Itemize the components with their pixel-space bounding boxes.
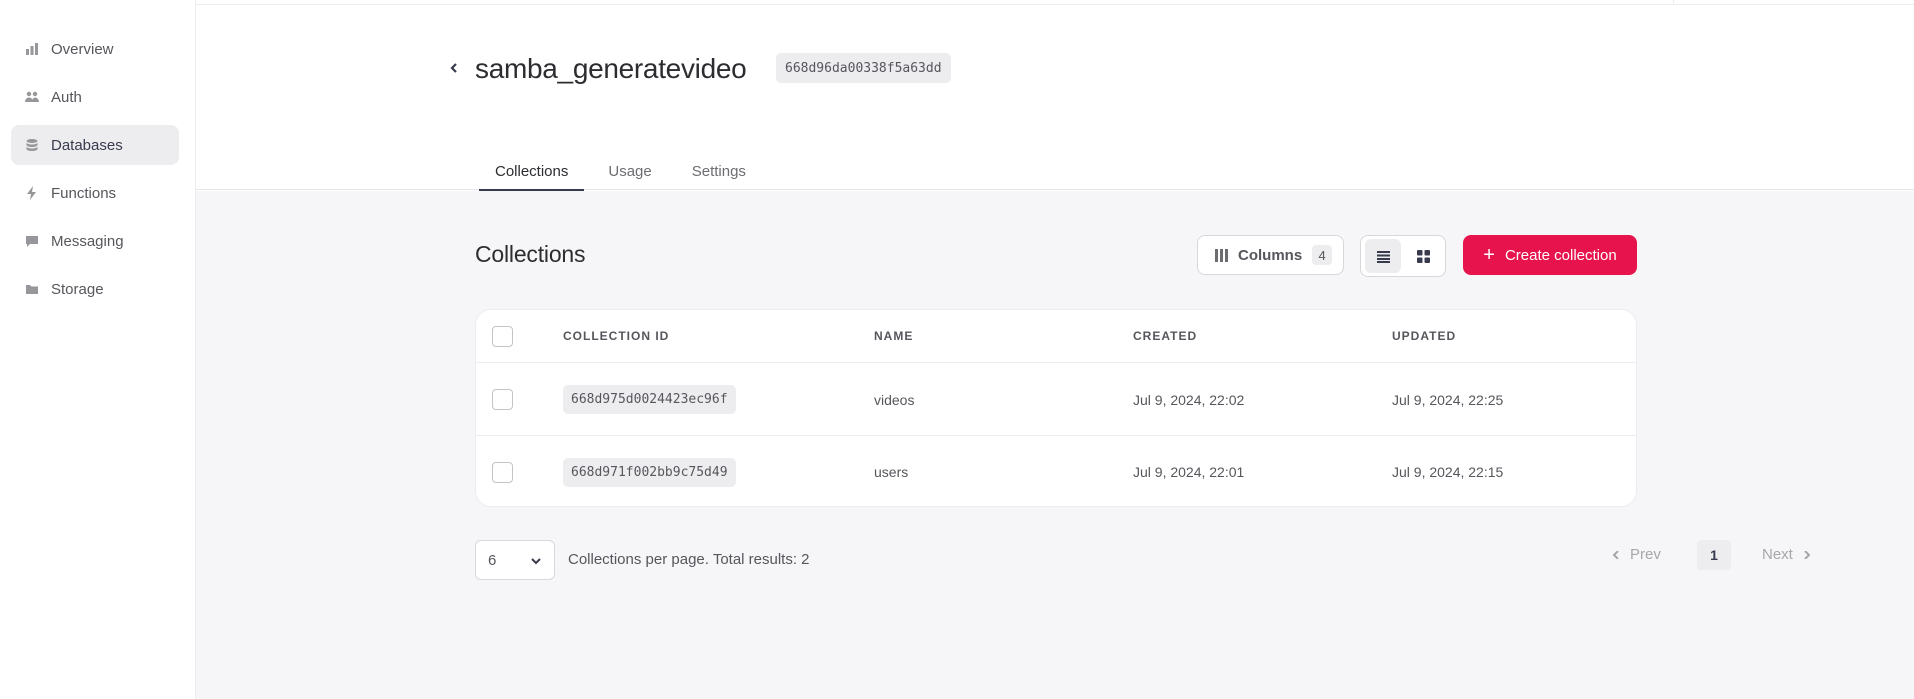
grid-view-button[interactable]	[1405, 239, 1441, 273]
chevron-right-icon	[1804, 550, 1811, 559]
sidebar: Overview Auth Databases Functions Messag…	[0, 0, 196, 699]
create-collection-label: Create collection	[1504, 246, 1617, 264]
collection-name: videos	[874, 391, 915, 408]
plus-icon: +	[1483, 244, 1495, 266]
sidebar-item-label: Functions	[51, 184, 117, 202]
per-page-text: Collections per page. Total results: 2	[568, 551, 810, 568]
chat-icon	[25, 234, 39, 248]
column-header-created[interactable]: CREATED	[1133, 329, 1197, 343]
tab-collections[interactable]: Collections	[479, 153, 585, 191]
prev-page-button[interactable]: Prev	[1612, 546, 1661, 563]
users-icon	[25, 90, 39, 104]
chevron-down-icon	[531, 558, 541, 565]
lightning-icon	[25, 186, 39, 200]
tabs: Collections Usage Settings	[479, 153, 762, 191]
view-toggle	[1360, 235, 1446, 277]
next-page-button[interactable]: Next	[1762, 546, 1811, 563]
folder-icon	[25, 282, 39, 296]
grid-icon	[1416, 249, 1430, 263]
sidebar-item-label: Auth	[51, 88, 82, 106]
row-checkbox[interactable]	[492, 461, 513, 483]
collection-created: Jul 9, 2024, 22:01	[1133, 464, 1245, 480]
column-header-updated[interactable]: UPDATED	[1392, 329, 1456, 343]
table-row[interactable]: 668d971f002bb9c75d49 users Jul 9, 2024, …	[476, 437, 1636, 507]
back-button[interactable]	[446, 60, 462, 76]
section-title: Collections	[475, 241, 586, 267]
page-header: samba_generatevideo 668d96da00338f5a63dd…	[196, 5, 1914, 191]
page-number-button[interactable]: 1	[1697, 540, 1731, 570]
create-collection-button[interactable]: + Create collection	[1463, 235, 1637, 275]
sidebar-item-overview[interactable]: Overview	[11, 29, 179, 69]
tab-settings[interactable]: Settings	[676, 153, 762, 190]
table-row[interactable]: 668d975d0024423ec96f videos Jul 9, 2024,…	[476, 364, 1636, 436]
row-checkbox[interactable]	[492, 389, 513, 410]
select-all-checkbox[interactable]	[492, 325, 513, 347]
sidebar-item-storage[interactable]: Storage	[11, 269, 179, 309]
database-icon	[25, 138, 39, 152]
top-divider-tick	[1673, 0, 1674, 4]
collection-id-badge[interactable]: 668d975d0024423ec96f	[563, 385, 736, 414]
chevron-left-icon	[1612, 550, 1619, 559]
columns-label: Columns	[1238, 246, 1303, 264]
main-content: Collections Columns 4 + Create collectio…	[196, 191, 1914, 699]
sidebar-item-databases[interactable]: Databases	[11, 125, 179, 165]
sidebar-item-functions[interactable]: Functions	[11, 173, 179, 213]
collection-id-badge[interactable]: 668d971f002bb9c75d49	[563, 457, 736, 487]
columns-count-badge: 4	[1312, 245, 1333, 265]
next-label: Next	[1762, 546, 1793, 563]
per-page-value: 6	[488, 551, 497, 569]
columns-button[interactable]: Columns 4	[1197, 235, 1344, 275]
collection-name: users	[874, 464, 909, 480]
list-icon	[1376, 250, 1390, 263]
chart-bar-icon	[25, 42, 39, 56]
per-page-select[interactable]: 6	[475, 540, 555, 580]
list-view-button[interactable]	[1365, 239, 1401, 273]
collections-table: COLLECTION ID NAME CREATED UPDATED 668d9…	[475, 309, 1637, 507]
chevron-left-icon	[450, 63, 457, 73]
collection-created: Jul 9, 2024, 22:02	[1133, 391, 1245, 408]
database-id-badge[interactable]: 668d96da00338f5a63dd	[776, 53, 951, 83]
sidebar-item-auth[interactable]: Auth	[11, 77, 179, 117]
sidebar-item-label: Overview	[51, 40, 114, 58]
prev-label: Prev	[1630, 546, 1661, 563]
table-header-row: COLLECTION ID NAME CREATED UPDATED	[476, 310, 1636, 363]
column-header-collection-id[interactable]: COLLECTION ID	[563, 329, 669, 343]
collection-updated: Jul 9, 2024, 22:15	[1392, 464, 1504, 480]
collection-updated: Jul 9, 2024, 22:25	[1392, 391, 1504, 408]
sidebar-item-label: Storage	[51, 280, 104, 298]
columns-icon	[1215, 248, 1228, 262]
sidebar-item-messaging[interactable]: Messaging	[11, 221, 179, 261]
column-header-name[interactable]: NAME	[874, 329, 913, 343]
tab-usage[interactable]: Usage	[592, 153, 667, 190]
sidebar-item-label: Messaging	[51, 232, 124, 250]
page-title: samba_generatevideo	[475, 53, 747, 84]
sidebar-item-label: Databases	[51, 136, 123, 154]
